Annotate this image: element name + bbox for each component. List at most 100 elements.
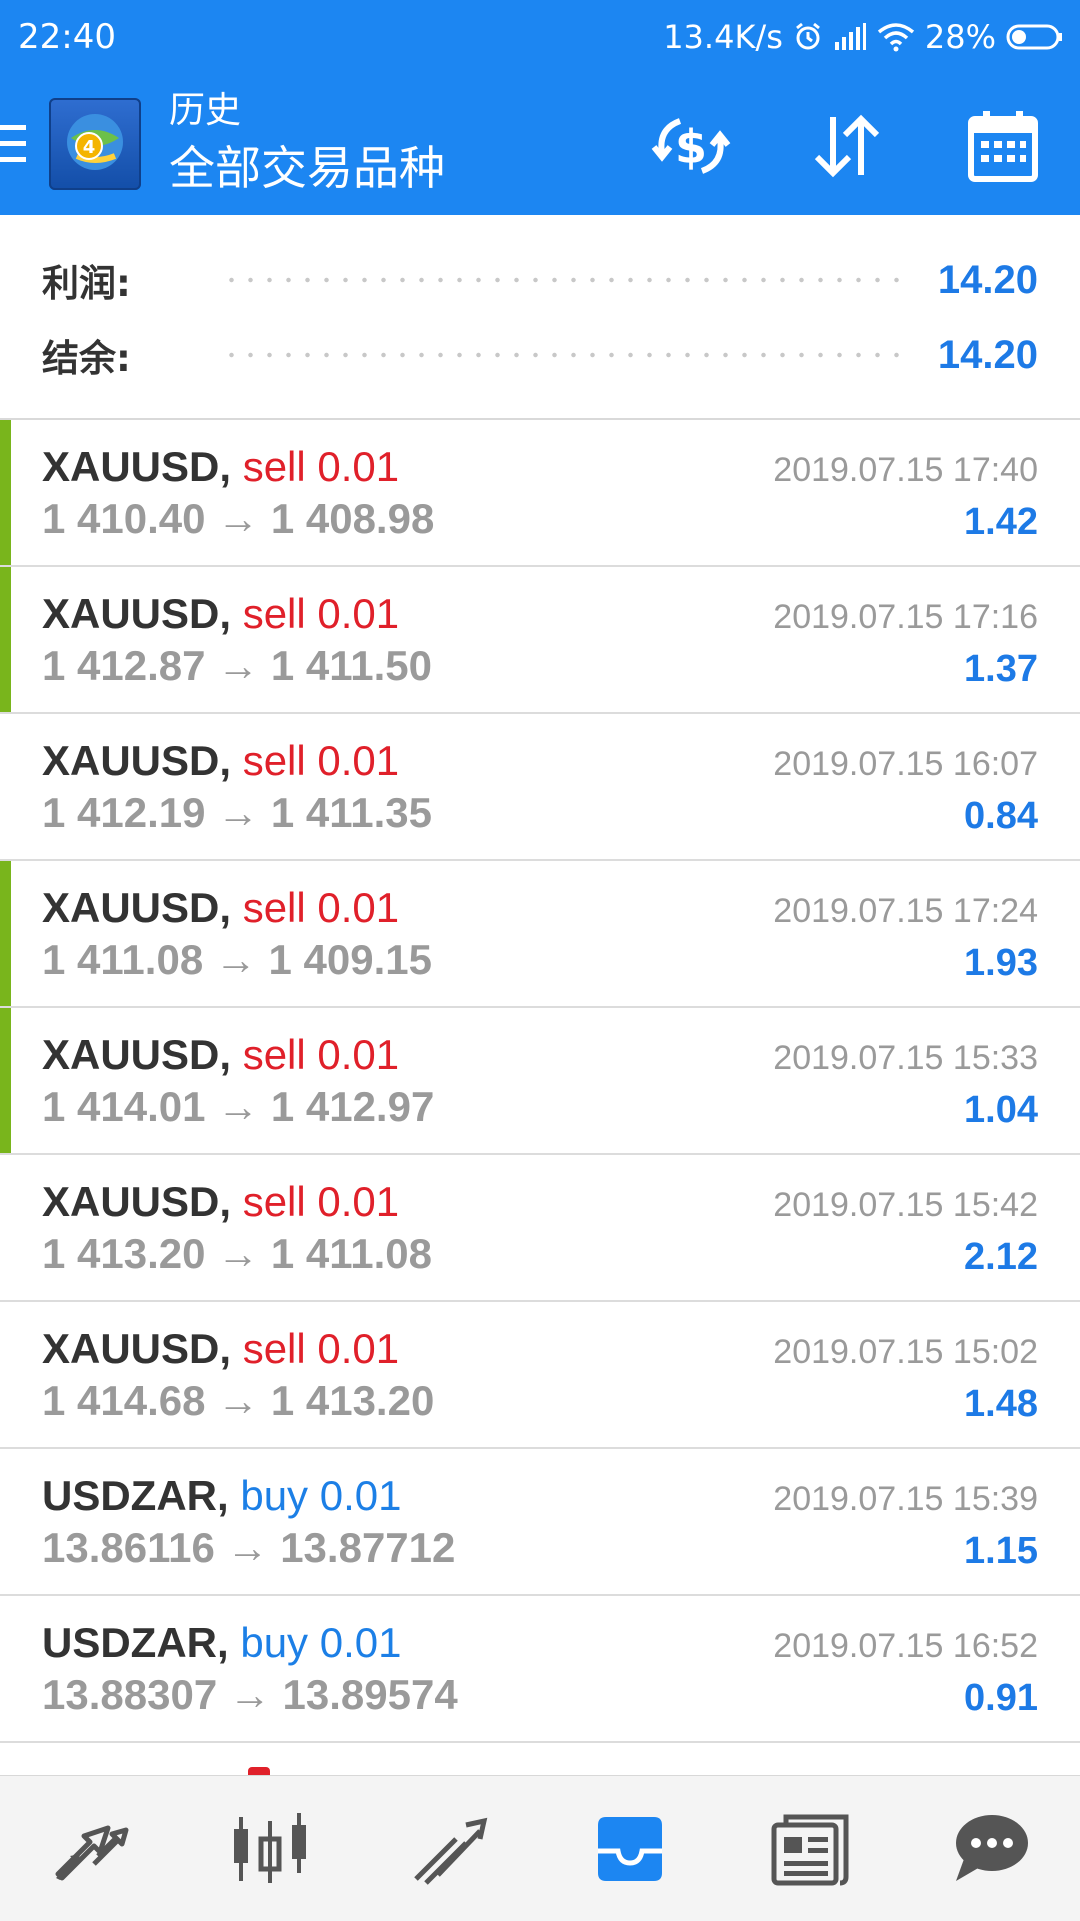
symbol-filter-title[interactable]: 全部交易品种	[169, 137, 445, 199]
alarm-icon	[793, 22, 823, 52]
menu-icon[interactable]	[0, 121, 30, 167]
trade-time: 2019.07.15 15:33	[773, 1039, 1038, 1077]
trade-profit: 1.42	[964, 501, 1038, 543]
row-accent-bar	[0, 714, 11, 859]
row-accent-bar	[0, 1449, 11, 1594]
trade-time: 2019.07.15 16:07	[773, 745, 1038, 783]
trade-side: sell 0.01	[242, 590, 400, 637]
trade-header: XAUUSD, sell 0.01	[42, 589, 399, 639]
trade-row[interactable]: XAUUSD, sell 0.01 1 413.20 → 1 411.08 20…	[0, 1155, 1080, 1302]
trade-time: 2019.07.15 17:40	[773, 451, 1038, 489]
trade-prices: 1 410.40 → 1 408.98	[42, 495, 435, 542]
trade-side: sell 0.01	[242, 1178, 400, 1225]
trade-side: sell 0.01	[242, 884, 400, 931]
status-bar: 22:40 13.4K/s 28%	[0, 0, 1080, 75]
app-bar: 4 历史 全部交易品种 $	[0, 75, 1080, 215]
trade-header: USDZAR, buy 0.01	[42, 1471, 401, 1521]
trade-header: XAUUSD, sell 0.01	[42, 736, 399, 786]
network-speed: 13.4K/s	[663, 18, 783, 56]
trade-prices: 13.86116 → 13.87712	[42, 1524, 456, 1571]
balance-label: 结余:	[42, 337, 131, 380]
trade-symbol: XAUUSD,	[42, 737, 232, 784]
title-block: 历史 全部交易品种	[169, 89, 445, 199]
trade-row[interactable]: USDZAR, buy 0.01 13.86116 → 13.87712 201…	[0, 1449, 1080, 1596]
trade-profit: 2.12	[964, 1236, 1038, 1278]
trade-symbol: XAUUSD,	[42, 1178, 232, 1225]
news-icon[interactable]	[755, 1794, 865, 1904]
trade-prices: 1 412.19 → 1 411.35	[42, 789, 432, 836]
summary-panel: 利润: 14.20 结余: 14.20	[0, 215, 1080, 420]
trade-header: XAUUSD, sell 0.01	[42, 1177, 399, 1227]
status-indicators: 13.4K/s 28%	[663, 14, 1064, 60]
trade-profit: 1.15	[964, 1530, 1038, 1572]
trade-symbol: USDZAR,	[42, 1472, 229, 1519]
svg-text:4: 4	[83, 137, 96, 158]
trade-prices: 1 411.08 → 1 409.15	[42, 936, 432, 983]
bottom-navigation	[0, 1775, 1080, 1921]
profit-row: 利润: 14.20	[42, 250, 1038, 310]
trade-side: sell 0.01	[242, 1325, 400, 1372]
trade-symbol: XAUUSD,	[42, 590, 232, 637]
trade-row[interactable]: XAUUSD, sell 0.01 1 410.40 → 1 408.98 20…	[0, 420, 1080, 567]
battery-percent: 28%	[924, 18, 996, 56]
trade-profit: 1.04	[964, 1089, 1038, 1131]
trade-profit: 1.93	[964, 942, 1038, 984]
trade-row[interactable]: XAUUSD, sell 0.01 1 412.87 → 1 411.50 20…	[0, 567, 1080, 714]
trade-prices: 1 414.68 → 1 413.20	[42, 1377, 435, 1424]
trade-prices: 1 413.20 → 1 411.08	[42, 1230, 432, 1277]
trade-side: sell 0.01	[242, 1031, 400, 1078]
balance-value: 14.20	[937, 332, 1038, 377]
trade-profit: 0.91	[964, 1677, 1038, 1719]
trade-row[interactable]: XAUUSD, sell 0.01 1 411.08 → 1 409.15 20…	[0, 861, 1080, 1008]
trade-header: XAUUSD, sell 0.01	[42, 1030, 399, 1080]
wifi-icon	[877, 22, 915, 52]
profit-value: 14.20	[937, 257, 1038, 302]
balance-row: 结余: 14.20	[42, 325, 1038, 385]
trade-side: buy 0.01	[240, 1619, 402, 1666]
row-accent-bar	[0, 567, 11, 712]
row-accent-bar	[0, 861, 11, 1006]
trade-symbol: XAUUSD,	[42, 1031, 232, 1078]
trade-time: 2019.07.15 15:02	[773, 1333, 1038, 1371]
battery-icon	[1006, 22, 1064, 52]
trade-row[interactable]: USDZAR, buy 0.01 13.88307 → 13.89574 201…	[0, 1596, 1080, 1743]
chart-candles-icon[interactable]	[215, 1794, 325, 1904]
history-inbox-icon[interactable]	[575, 1794, 685, 1904]
trade-time: 2019.07.15 17:16	[773, 598, 1038, 636]
trade-profit: 1.48	[964, 1383, 1038, 1425]
trade-header: USDZAR, buy 0.01	[42, 1618, 401, 1668]
row-accent-bar	[0, 1302, 11, 1447]
trade-profit: 1.37	[964, 648, 1038, 690]
dotted-leader	[222, 277, 908, 283]
trade-time: 2019.07.15 15:42	[773, 1186, 1038, 1224]
trade-row[interactable]: XAUUSD, sell 0.01 1 414.68 → 1 413.20 20…	[0, 1302, 1080, 1449]
trade-history-list: XAUUSD, sell 0.01 1 410.40 → 1 408.98 20…	[0, 420, 1080, 1743]
trade-side: buy 0.01	[240, 1472, 402, 1519]
trade-header: XAUUSD, sell 0.01	[42, 883, 399, 933]
sort-icon[interactable]	[804, 103, 890, 189]
trade-prices: 1 414.01 → 1 412.97	[42, 1083, 435, 1130]
row-accent-bar	[0, 1155, 11, 1300]
status-time: 22:40	[18, 17, 116, 57]
trade-row[interactable]: XAUUSD, sell 0.01 1 414.01 → 1 412.97 20…	[0, 1008, 1080, 1155]
row-accent-bar	[0, 1008, 11, 1153]
calendar-icon[interactable]	[960, 103, 1046, 189]
signal-icon	[833, 22, 867, 52]
chat-icon[interactable]	[935, 1794, 1045, 1904]
partial-row-fragment	[248, 1767, 270, 1775]
trade-time: 2019.07.15 17:24	[773, 892, 1038, 930]
partial-trade-row[interactable]	[0, 1745, 1080, 1775]
chart-trend-icon[interactable]	[395, 1794, 505, 1904]
app-logo-icon[interactable]: 4	[49, 98, 141, 190]
svg-text:$: $	[675, 120, 707, 174]
trade-header: XAUUSD, sell 0.01	[42, 1324, 399, 1374]
currency-exchange-icon[interactable]: $	[648, 103, 734, 189]
row-accent-bar	[0, 1596, 11, 1741]
trade-prices: 1 412.87 → 1 411.50	[42, 642, 432, 689]
trade-side: sell 0.01	[242, 737, 400, 784]
dotted-leader	[222, 352, 908, 358]
trade-side: sell 0.01	[242, 443, 400, 490]
trade-row[interactable]: XAUUSD, sell 0.01 1 412.19 → 1 411.35 20…	[0, 714, 1080, 861]
trade-prices: 13.88307 → 13.89574	[42, 1671, 458, 1718]
trade-icon[interactable]	[35, 1794, 145, 1904]
